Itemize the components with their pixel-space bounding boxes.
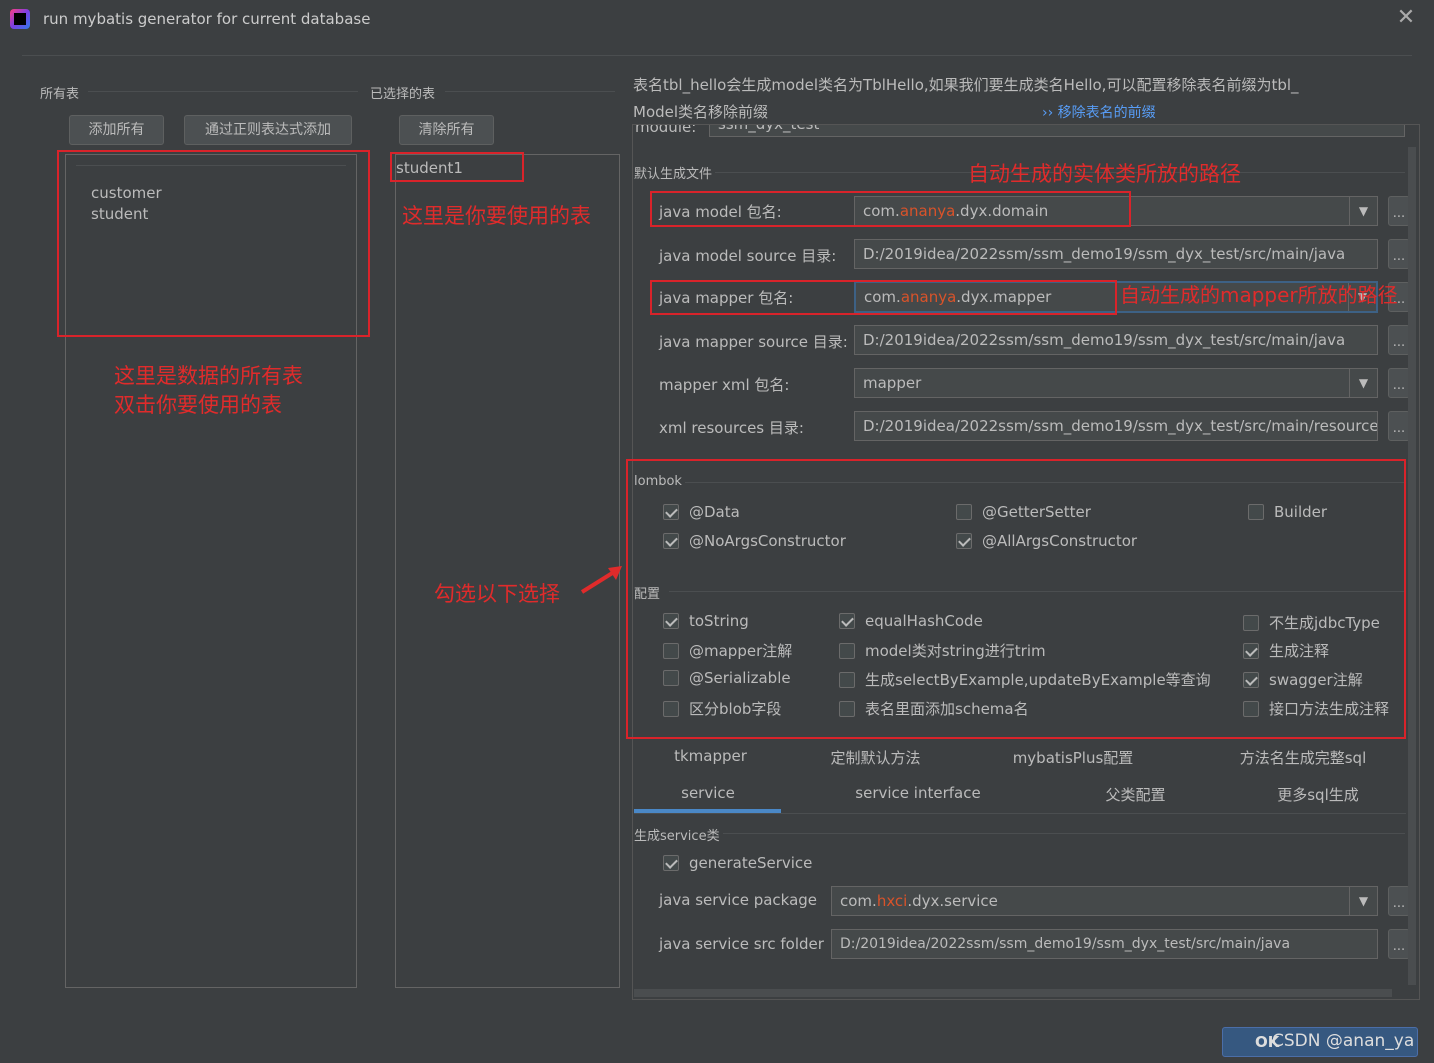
selected-tables-label: 已选择的表 xyxy=(370,87,436,102)
chevron-down-icon[interactable]: ▼ xyxy=(1349,887,1377,915)
options-highlight-box xyxy=(626,459,1406,739)
service-package-browse-button[interactable]: ... xyxy=(1388,886,1410,916)
model-package-highlight-box xyxy=(650,191,1131,227)
service-group-label: 生成service类 xyxy=(634,829,720,844)
mapper-package-highlight-box xyxy=(650,280,1117,315)
selected-tables-annotation: 这里是你要使用的表 xyxy=(402,204,591,228)
vertical-scrollbar[interactable] xyxy=(1408,147,1416,985)
tab-more-sql[interactable]: 更多sql生成 xyxy=(1243,784,1393,805)
tab-mybatisplus[interactable]: mybatisPlus配置 xyxy=(978,747,1168,768)
all-tables-separator xyxy=(88,91,358,92)
module-label: module: xyxy=(635,124,697,136)
chevron-down-icon[interactable]: ▼ xyxy=(1349,369,1377,397)
tabs-separator xyxy=(634,813,1406,814)
model-prefix-label: Model类名移除前缀 xyxy=(633,103,769,121)
service-package-label: java service package xyxy=(659,891,818,909)
service-separator xyxy=(723,833,1405,834)
xml-resources-field[interactable]: D:/2019idea/2022ssm/ssm_demo19/ssm_dyx_t… xyxy=(854,411,1378,441)
checkbox-label: generateService xyxy=(689,854,813,872)
chevron-down-icon[interactable]: ▼ xyxy=(1349,197,1377,225)
model-package-browse-button[interactable]: ... xyxy=(1388,196,1410,226)
double-click-annotation: 双击你要使用的表 xyxy=(114,393,282,417)
tab-parent-class[interactable]: 父类配置 xyxy=(1063,784,1208,805)
window-title: run mybatis generator for current databa… xyxy=(43,10,371,28)
service-package-highlight: hxci xyxy=(876,892,908,910)
tab-service[interactable]: service xyxy=(633,784,783,802)
tab-full-sql[interactable]: 方法名生成完整sql xyxy=(1218,747,1388,768)
close-icon[interactable]: ✕ xyxy=(1395,6,1417,30)
model-source-field[interactable]: D:/2019idea/2022ssm/ssm_demo19/ssm_dyx_t… xyxy=(854,239,1378,269)
title-separator xyxy=(22,55,1412,56)
all-tables-highlight-box xyxy=(57,150,370,337)
selected-table-highlight-box xyxy=(390,152,524,182)
check-options-annotation: 勾选以下选择 xyxy=(434,582,560,606)
model-source-label: java model source 目录: xyxy=(659,247,837,265)
all-tables-annotation: 这里是数据的所有表 xyxy=(114,364,303,388)
service-src-label: java service src folder xyxy=(659,935,824,953)
service-package-select[interactable]: com.hxci.dyx.service ▼ xyxy=(831,886,1378,916)
csdn-watermark: CSDN @anan_ya xyxy=(1272,1031,1415,1051)
mapper-source-label: java mapper source 目录: xyxy=(659,333,848,351)
service-src-browse-button[interactable]: ... xyxy=(1388,929,1410,959)
model-path-annotation: 自动生成的实体类所放的路径 xyxy=(968,162,1241,186)
tab-tkmapper[interactable]: tkmapper xyxy=(633,747,788,765)
tab-service-interface[interactable]: service interface xyxy=(828,784,1008,802)
generate-service-checkbox[interactable]: generateService xyxy=(663,854,812,872)
mapper-xml-browse-button[interactable]: ... xyxy=(1388,368,1410,398)
intellij-app-icon xyxy=(10,9,30,29)
service-package-suffix: .dyx.service xyxy=(907,892,998,910)
module-select[interactable]: ssm_dyx_test xyxy=(709,125,1405,137)
remove-prefix-link[interactable]: ›› 移除表名的前缀 xyxy=(1042,102,1156,122)
mapper-path-annotation: 自动生成的mapper所放的路径 xyxy=(1120,283,1398,307)
default-files-label: 默认生成文件 xyxy=(634,167,713,182)
add-regex-button[interactable]: 通过正则表达式添加 xyxy=(184,115,352,145)
prefix-info-text: 表名tbl_hello会生成model类名为TblHello,如果我们要生成类名… xyxy=(633,76,1299,94)
title-bar: run mybatis generator for current databa… xyxy=(0,0,1434,40)
xml-resources-label: xml resources 目录: xyxy=(659,419,804,437)
service-package-prefix: com. xyxy=(840,892,877,910)
red-arrow-icon xyxy=(580,566,622,594)
all-tables-label: 所有表 xyxy=(40,87,80,102)
checkbox-checked-icon[interactable] xyxy=(663,855,679,871)
mapper-xml-value: mapper xyxy=(863,374,922,392)
service-src-field[interactable]: D:/2019idea/2022ssm/ssm_demo19/ssm_dyx_t… xyxy=(831,929,1378,959)
mapper-source-browse-button[interactable]: ... xyxy=(1388,325,1410,355)
mapper-xml-label: mapper xml 包名: xyxy=(659,376,790,394)
xml-resources-browse-button[interactable]: ... xyxy=(1388,411,1410,441)
add-all-button[interactable]: 添加所有 xyxy=(69,115,164,145)
mapper-source-field[interactable]: D:/2019idea/2022ssm/ssm_demo19/ssm_dyx_t… xyxy=(854,325,1378,355)
selected-tables-separator xyxy=(445,91,615,92)
horizontal-scrollbar[interactable] xyxy=(634,989,1392,997)
tab-default-methods[interactable]: 定制默认方法 xyxy=(798,747,953,768)
mapper-xml-select[interactable]: mapper ▼ xyxy=(854,368,1378,398)
clear-all-button[interactable]: 清除所有 xyxy=(399,115,494,145)
model-source-browse-button[interactable]: ... xyxy=(1388,239,1410,269)
